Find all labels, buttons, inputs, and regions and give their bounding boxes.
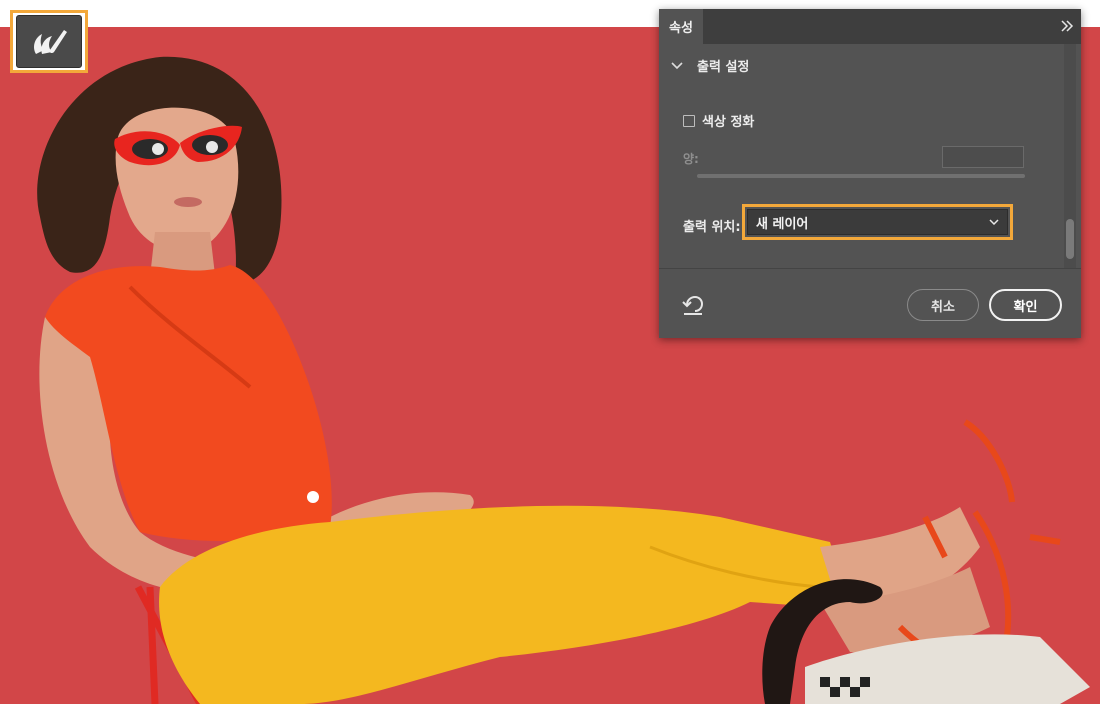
cancel-button[interactable]: 취소 xyxy=(907,289,979,321)
amount-slider[interactable] xyxy=(697,174,1025,178)
object-selection-brush-icon xyxy=(34,29,67,54)
amount-input[interactable] xyxy=(942,146,1024,168)
output-settings-header[interactable]: 출력 설정 xyxy=(671,56,749,75)
section-title: 출력 설정 xyxy=(697,60,750,75)
scrollbar-thumb[interactable] xyxy=(1066,219,1074,259)
panel-tabbar: 속성 xyxy=(659,9,1081,44)
decontaminate-colors-row[interactable]: 색상 정화 xyxy=(683,111,754,130)
output-to-label: 출력 위치: xyxy=(683,220,741,235)
footer-divider xyxy=(659,268,1081,269)
decontaminate-colors-checkbox[interactable] xyxy=(683,114,695,127)
reset-icon[interactable] xyxy=(681,293,705,315)
output-to-select[interactable]: 새 레이어 xyxy=(747,209,1008,235)
yellow-pants xyxy=(159,505,836,704)
ok-button[interactable]: 확인 xyxy=(989,289,1062,321)
output-to-value: 새 레이어 xyxy=(756,216,809,232)
amount-label: 양: xyxy=(683,152,699,166)
tab-properties[interactable]: 속성 xyxy=(659,9,703,44)
double-chevron-right-icon[interactable] xyxy=(1059,18,1075,34)
chevron-down-icon xyxy=(671,61,683,69)
object-selection-brush-tool[interactable] xyxy=(16,15,82,68)
chevron-down-icon xyxy=(989,219,999,225)
decontaminate-colors-label: 색상 정화 xyxy=(702,115,755,130)
properties-panel: 속성 출력 설정 색상 정화 양: 출력 위치: 새 레이어 취소 확인 xyxy=(659,9,1081,338)
